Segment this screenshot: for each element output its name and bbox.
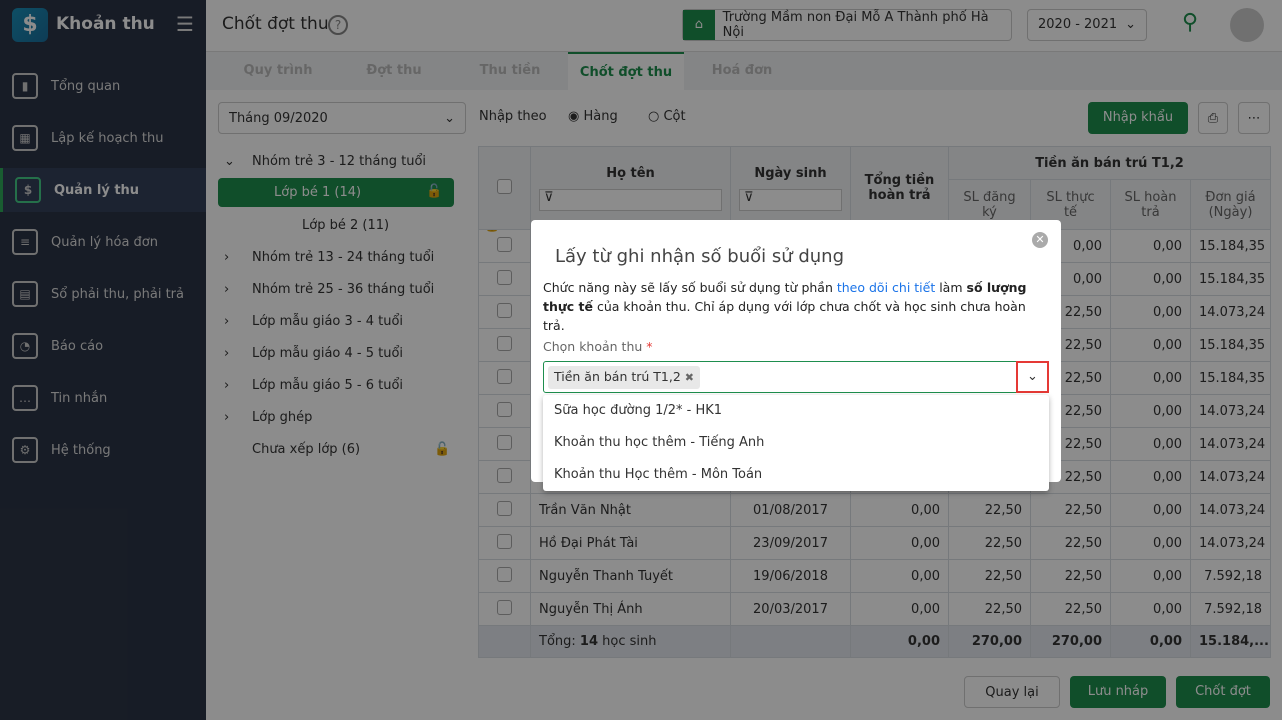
close-icon[interactable]: ✕ xyxy=(1032,232,1048,248)
remove-chip-icon[interactable]: ✖ xyxy=(685,371,694,384)
dropdown-option[interactable]: Khoản thu Học thêm - Môn Toán xyxy=(543,459,1049,491)
fee-label-text: Chọn khoản thu xyxy=(543,339,643,354)
desc-text: làm xyxy=(935,280,967,295)
dropdown-option[interactable]: Sữa học đường 1/2* - HK1 xyxy=(543,395,1049,427)
detail-tracking-link[interactable]: theo dõi chi tiết xyxy=(837,280,935,295)
desc-text: Chức năng này sẽ lấy số buổi sử dụng từ … xyxy=(543,280,837,295)
modal-title: Lấy từ ghi nhận số buổi sử dụng xyxy=(555,246,845,267)
fee-dropdown-list: Sữa học đường 1/2* - HK1 Khoản thu học t… xyxy=(543,395,1049,491)
modal-description: Chức năng này sẽ lấy số buổi sử dụng từ … xyxy=(543,278,1049,335)
fee-select-label: Chọn khoản thu * xyxy=(543,339,653,354)
dropdown-option[interactable]: Khoản thu học thêm - Tiếng Anh xyxy=(543,427,1049,459)
fee-multiselect[interactable]: Tiền ăn bán trú T1,2 ✖ ⌄ xyxy=(543,361,1049,393)
chip-label: Tiền ăn bán trú T1,2 xyxy=(554,369,681,384)
required-mark: * xyxy=(646,339,653,354)
chevron-down-icon[interactable]: ⌄ xyxy=(1016,361,1049,393)
desc-text: của khoản thu. Chỉ áp dụng với lớp chưa … xyxy=(543,299,1026,333)
selected-fee-chip: Tiền ăn bán trú T1,2 ✖ xyxy=(548,366,701,389)
